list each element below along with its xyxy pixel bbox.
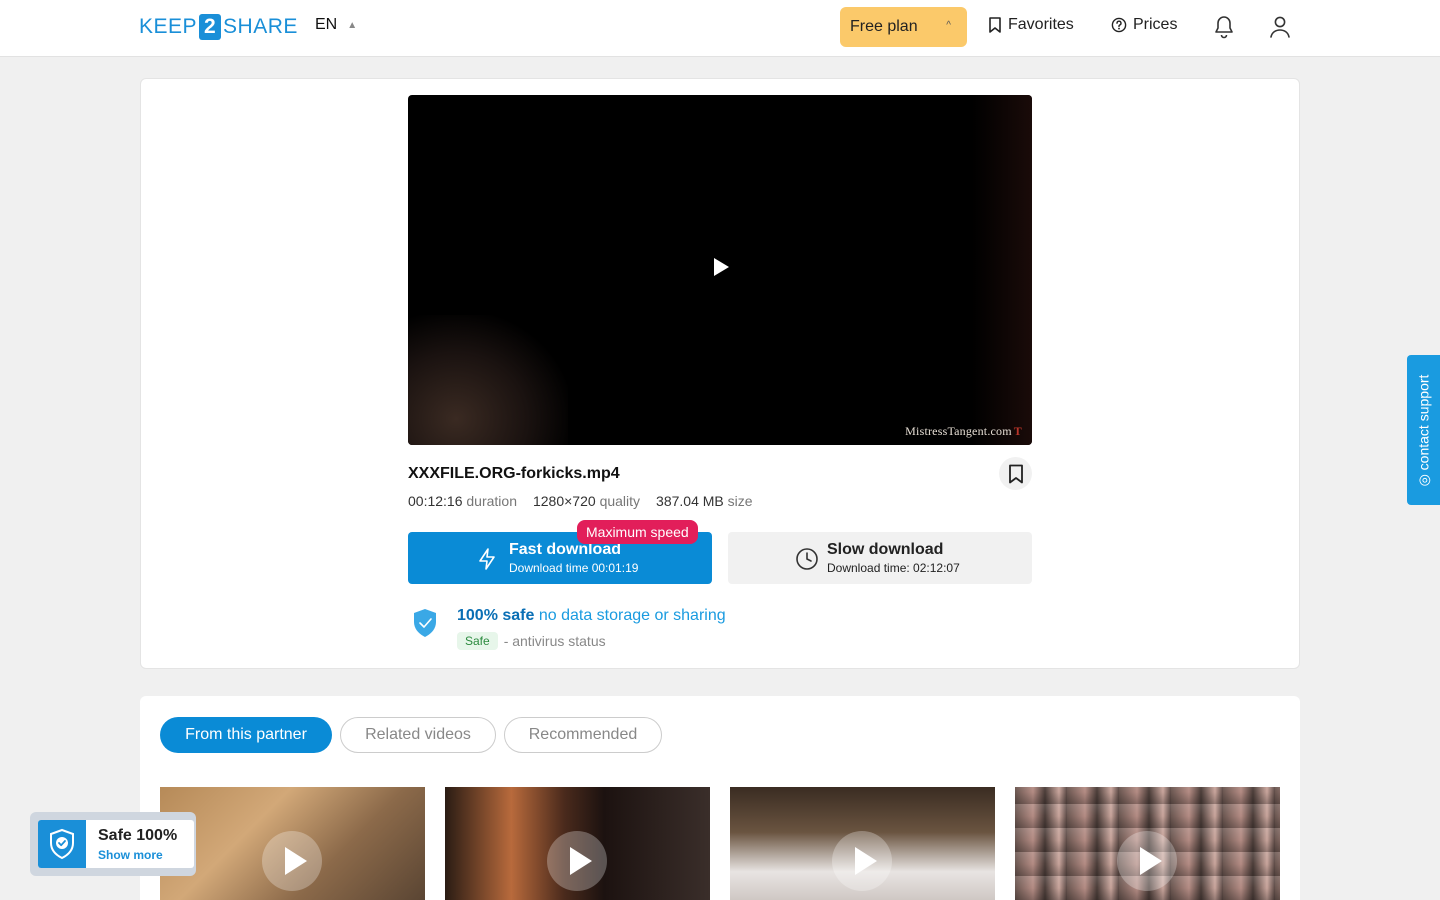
site-logo[interactable]: KEEP 2 SHARE bbox=[139, 14, 298, 40]
size-label: size bbox=[727, 493, 753, 509]
shield-check-icon bbox=[50, 828, 74, 860]
video-thumbnail[interactable] bbox=[445, 787, 710, 900]
safe-widget-body: Safe 100% Show more bbox=[38, 820, 194, 868]
antivirus-status: Safe - antivirus status bbox=[457, 632, 606, 650]
chevron-up-icon: ^ bbox=[946, 20, 951, 31]
nav-favorites[interactable]: Favorites bbox=[988, 16, 1074, 34]
notifications-button[interactable] bbox=[1212, 14, 1236, 45]
contact-support-label: ◎ contact support bbox=[1415, 374, 1431, 486]
bookmark-icon bbox=[1008, 464, 1023, 483]
slow-download-label: Slow download bbox=[827, 541, 944, 558]
file-name: XXXFILE.ORG-forkicks.mp4 bbox=[408, 465, 620, 482]
watermark-text: MistressTangent.com bbox=[905, 424, 1012, 438]
quality-label: quality bbox=[599, 493, 641, 509]
shield-check-icon bbox=[414, 609, 436, 637]
bookmark-button[interactable] bbox=[999, 457, 1032, 490]
meta-quality: 1280×720 quality bbox=[533, 493, 640, 509]
tab-from-this-partner[interactable]: From this partner bbox=[160, 717, 332, 753]
tab-recommended[interactable]: Recommended bbox=[504, 717, 662, 753]
video-frame bbox=[408, 315, 568, 445]
nav-prices[interactable]: Prices bbox=[1111, 16, 1177, 34]
logo-text-two: 2 bbox=[199, 14, 222, 40]
safe-widget[interactable]: Safe 100% Show more bbox=[30, 812, 196, 876]
safety-headline: 100% safe no data storage or sharing bbox=[457, 607, 726, 625]
plan-dropdown[interactable]: Free plan ^ bbox=[840, 7, 967, 47]
logo-text-share: SHARE bbox=[223, 15, 298, 38]
play-icon[interactable] bbox=[832, 831, 892, 891]
lightning-icon bbox=[479, 548, 495, 570]
safe-widget-shield bbox=[38, 820, 86, 868]
duration-label: duration bbox=[466, 493, 517, 509]
video-watermark: MistressTangent.com T bbox=[905, 424, 1022, 439]
size-value: 387.04 MB bbox=[656, 493, 724, 509]
chevron-up-icon: ▲ bbox=[347, 19, 358, 31]
slow-download-button[interactable]: Slow download Download time: 02:12:07 bbox=[728, 532, 1032, 584]
video-thumbnail[interactable] bbox=[730, 787, 995, 900]
tab-related-videos[interactable]: Related videos bbox=[340, 717, 496, 753]
clock-icon bbox=[796, 548, 818, 570]
status-badge: Safe bbox=[457, 632, 498, 650]
bookmark-icon bbox=[989, 17, 1001, 33]
meta-size: 387.04 MB size bbox=[656, 493, 753, 509]
language-selector[interactable]: EN ▲ bbox=[315, 16, 357, 34]
play-icon[interactable] bbox=[1117, 831, 1177, 891]
play-icon[interactable] bbox=[547, 831, 607, 891]
contact-support-text: contact support bbox=[1415, 374, 1431, 470]
bell-icon bbox=[1215, 16, 1233, 39]
account-button[interactable] bbox=[1268, 14, 1292, 45]
play-icon[interactable] bbox=[714, 258, 729, 276]
slow-download-text: Slow download Download time: 02:12:07 bbox=[827, 541, 960, 575]
contact-support-tab[interactable]: ◎ contact support bbox=[1407, 355, 1440, 505]
video-thumbnail[interactable] bbox=[1015, 787, 1280, 900]
plan-label: Free plan bbox=[850, 18, 918, 35]
show-more-link[interactable]: Show more bbox=[98, 848, 163, 862]
quality-value: 1280×720 bbox=[532, 493, 596, 509]
help-circle-icon bbox=[1111, 17, 1127, 33]
language-label: EN bbox=[315, 16, 338, 33]
safety-light: no data storage or sharing bbox=[538, 607, 726, 624]
play-icon[interactable] bbox=[262, 831, 322, 891]
fast-download-text: Fast download Download time 00:01:19 bbox=[509, 541, 638, 575]
fast-download-time: Download time 00:01:19 bbox=[509, 561, 639, 575]
user-icon bbox=[1270, 16, 1290, 38]
maximum-speed-badge: Maximum speed bbox=[577, 520, 698, 544]
watermark-mark: T bbox=[1013, 424, 1022, 438]
meta-duration: 00:12:16 duration bbox=[408, 493, 517, 509]
video-frame-edge bbox=[972, 95, 1032, 445]
logo-text-keep: KEEP bbox=[139, 15, 198, 38]
video-thumbnail[interactable] bbox=[160, 787, 425, 900]
top-bar: KEEP 2 SHARE EN ▲ Free plan ^ Favorites … bbox=[0, 0, 1440, 57]
favorites-label: Favorites bbox=[1008, 16, 1074, 33]
file-meta: 00:12:16 duration 1280×720 quality 387.0… bbox=[408, 493, 753, 509]
duration-value: 00:12:16 bbox=[408, 493, 463, 509]
status-text: - antivirus status bbox=[503, 633, 606, 649]
safe-widget-title: Safe 100% bbox=[98, 827, 178, 844]
safety-strong: 100% safe bbox=[457, 607, 535, 624]
prices-label: Prices bbox=[1133, 16, 1178, 33]
slow-download-time: Download time: 02:12:07 bbox=[827, 561, 960, 575]
video-player[interactable]: MistressTangent.com T bbox=[408, 95, 1032, 445]
